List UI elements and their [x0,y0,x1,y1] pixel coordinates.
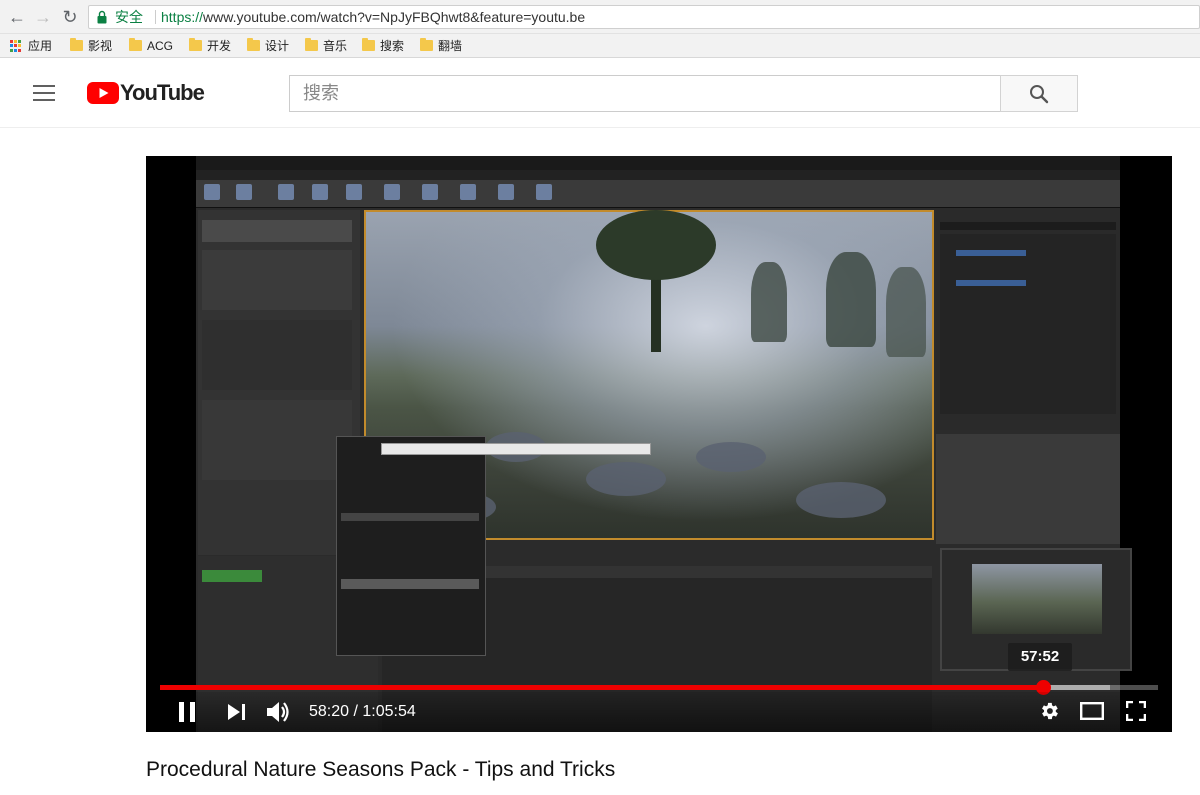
player-controls: 58:20 / 1:05:54 [146,692,1172,732]
logo-text: YouTube [120,80,205,105]
video-frame-details [936,434,1120,544]
folder-icon [247,38,260,51]
youtube-logo-icon [87,82,119,104]
folder-icon [189,38,202,51]
folder-icon [129,38,142,51]
pause-icon[interactable] [178,702,196,722]
folder-icon [305,38,318,51]
apps-icon [10,40,22,52]
bookmark-folder[interactable]: 开发 [189,38,231,54]
time-display: 58:20 / 1:05:54 [309,703,416,720]
video-frame-outliner [936,210,1120,430]
search-input[interactable]: 搜索 [289,75,1001,112]
forward-icon[interactable]: → [32,6,54,28]
video-frame-menubar [196,170,1120,180]
bookmark-label: 设计 [265,39,290,53]
back-icon[interactable]: ← [6,6,28,28]
bookmark-label: 音乐 [323,39,348,53]
lock-icon [97,10,107,24]
video-frame-titlebar [196,156,1120,170]
secure-label: 安全 [115,9,143,25]
url-path: www.youtube.com/watch?v=NpJyFBQhwt8&feat… [203,9,586,25]
bookmark-label: ACG [147,39,174,53]
bookmark-folder[interactable]: 设计 [247,38,289,54]
search-button[interactable] [1000,75,1078,112]
bookmark-label: 开发 [207,39,232,53]
preview-timestamp: 57:52 [1008,643,1072,671]
bookmark-folder[interactable]: 翻墙 [420,38,462,54]
youtube-logo[interactable]: YouTube [87,80,205,106]
bookmark-label: 搜索 [380,39,405,53]
video-title: Procedural Nature Seasons Pack - Tips an… [146,758,616,781]
browser-toolbar: ← → ↻ 安全 https://www.youtube.com/watch?v… [0,0,1200,34]
reload-icon[interactable]: ↻ [59,6,81,28]
bookmarks-bar: 应用 影视 ACG 开发 设计 音乐 搜索 翻墙 [0,34,1200,58]
folder-icon [70,38,83,51]
video-frame-toolbar [196,180,1120,208]
address-bar[interactable]: 安全 https://www.youtube.com/watch?v=NpJyF… [88,5,1200,29]
bookmark-label: 影视 [88,39,113,53]
video-frame-tooltip [381,443,651,455]
video-player[interactable]: 57:52 58:20 / 1:05:54 [146,156,1172,732]
bookmark-folder[interactable]: 音乐 [305,38,347,54]
theater-mode-icon[interactable] [1080,702,1104,720]
bookmark-folder[interactable]: ACG [129,38,173,54]
video-frame-popup [336,436,486,656]
bookmark-label: 翻墙 [438,39,463,53]
settings-gear-icon[interactable] [1038,700,1060,722]
bookmark-apps[interactable]: 应用 [10,38,52,54]
folder-icon [362,38,375,51]
youtube-header: YouTube 搜索 [0,58,1200,128]
bookmark-label: 应用 [28,39,53,53]
next-icon[interactable] [228,704,246,720]
search-icon [1030,85,1049,104]
url-scheme: https:// [161,9,204,25]
volume-icon[interactable] [267,700,293,724]
bookmark-folder[interactable]: 影视 [70,38,112,54]
url-text[interactable]: https://www.youtube.com/watch?v=NpJyFBQh… [161,6,585,28]
fullscreen-icon[interactable] [1126,701,1146,721]
bookmark-folder[interactable]: 搜索 [362,38,404,54]
progress-played [160,685,1043,690]
folder-icon [420,38,433,51]
hamburger-menu-icon[interactable] [33,85,55,101]
omnibox-separator [155,10,156,24]
